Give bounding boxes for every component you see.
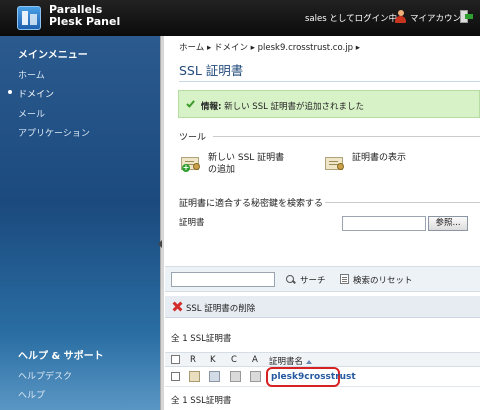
view-certificate-button[interactable]: 証明書の表示 (325, 152, 435, 174)
sidebar-item-domains[interactable]: ドメイン (8, 87, 55, 100)
key-search-divider (325, 202, 480, 203)
search-button[interactable]: サーチ (300, 274, 326, 286)
reset-search-button[interactable]: 検索のリセット (353, 274, 413, 286)
breadcrumb-domain[interactable]: plesk9.crosstrust.co.jp (258, 43, 353, 53)
add-ssl-certificate-button[interactable]: + 新しい SSL 証明書 の追加 (181, 152, 291, 178)
column-header-a[interactable]: A (252, 355, 258, 365)
page-title: SSL 証明書 (179, 63, 244, 78)
key-search-section-label: 証明書に適合する秘密鍵を検索する (179, 199, 324, 209)
ca-certificate-icon (250, 371, 261, 382)
column-header-r[interactable]: R (190, 355, 196, 365)
reset-search-icon (340, 274, 349, 284)
table-header: R K C A 証明書名 (165, 352, 480, 367)
main-content: ホーム ▸ ドメイン ▸ plesk9.crosstrust.co.jp ▸ S… (165, 36, 480, 410)
sidebar-item-help[interactable]: ヘルプ (18, 388, 45, 401)
certificate-file-input[interactable] (342, 216, 426, 231)
info-label: 情報: (201, 102, 222, 112)
brand-line-2: Plesk Panel (49, 15, 121, 28)
column-header-c[interactable]: C (231, 355, 237, 365)
breadcrumb: ホーム ▸ ドメイン ▸ plesk9.crosstrust.co.jp ▸ (179, 41, 360, 53)
collapse-arrow-icon[interactable] (158, 240, 162, 248)
breadcrumb-separator: ▸ (206, 43, 212, 53)
sidebar-item-mail[interactable]: メール (18, 107, 45, 120)
breadcrumb-domains[interactable]: ドメイン (214, 43, 248, 53)
request-icon (189, 371, 200, 382)
select-all-checkbox[interactable] (171, 355, 180, 364)
sort-ascending-icon (306, 359, 313, 364)
tools-divider (213, 136, 480, 137)
tools-section-label: ツール (179, 133, 207, 143)
sidebar-item-label: ドメイン (18, 90, 55, 100)
certificate-count-bottom: 全 1 SSL証明書 (171, 396, 232, 406)
delete-ssl-certificate-button[interactable]: SSL 証明書の削除 (186, 302, 255, 314)
user-icon (395, 10, 406, 23)
add-ssl-certificate-line-2: の追加 (208, 165, 236, 175)
top-bar: Parallels Plesk Panel sales としてログイン中 マイア… (0, 0, 480, 36)
column-header-name-label: 証明書名 (269, 357, 304, 367)
breadcrumb-separator: ▸ (355, 43, 360, 53)
add-ssl-certificate-line-1: 新しい SSL 証明書 (208, 153, 285, 163)
certificate-status-icon (230, 371, 241, 382)
delete-icon (173, 302, 182, 311)
column-header-k[interactable]: K (210, 355, 216, 365)
breadcrumb-separator: ▸ (250, 43, 255, 53)
sidebar: メインメニュー ホーム ドメイン メール アプリケーション ヘルプ & サポート… (0, 36, 160, 410)
title-divider (179, 81, 480, 82)
certificate-field-label: 証明書 (179, 218, 205, 228)
add-ssl-certificate-label: 新しい SSL 証明書 の追加 (208, 152, 284, 176)
key-icon (209, 371, 220, 382)
plesk-logo-icon (17, 6, 41, 30)
action-bar: SSL 証明書の削除 (165, 296, 480, 318)
info-message-text: 新しい SSL 証明書が追加されました (224, 102, 365, 112)
active-bullet-icon (8, 90, 12, 94)
breadcrumb-home[interactable]: ホーム (179, 43, 204, 53)
help-support-title: ヘルプ & サポート (18, 351, 104, 362)
sidebar-splitter[interactable] (160, 36, 164, 410)
highlight-outline: plesk9crosstrust (266, 367, 356, 387)
check-icon (187, 100, 197, 108)
view-certificate-label: 証明書の表示 (352, 153, 407, 163)
sidebar-item-applications[interactable]: アプリケーション (18, 126, 90, 139)
certificate-name-link[interactable]: plesk9crosstrust (271, 372, 356, 382)
sidebar-item-helpdesk[interactable]: ヘルプデスク (18, 369, 72, 382)
logout-icon[interactable] (460, 10, 473, 23)
login-status: sales としてログイン中 (305, 14, 398, 24)
certificate-count-top: 全 1 SSL証明書 (171, 334, 232, 344)
info-message: 情報: 新しい SSL 証明書が追加されました (201, 100, 364, 112)
certificate-icon (325, 154, 345, 172)
brand: Parallels Plesk Panel (49, 4, 120, 28)
filter-bar: サーチ 検索のリセット (165, 266, 480, 292)
search-input[interactable] (171, 272, 275, 287)
browse-button[interactable]: 参照... (428, 216, 468, 231)
column-header-name[interactable]: 証明書名 (269, 355, 313, 367)
row-checkbox[interactable] (171, 372, 180, 381)
certificate-add-icon: + (181, 154, 201, 172)
table-row: plesk9crosstrust (165, 367, 480, 387)
search-icon (286, 275, 296, 285)
main-menu-title: メインメニュー (18, 50, 88, 61)
info-message-box: 情報: 新しい SSL 証明書が追加されました (178, 90, 480, 118)
sidebar-item-home[interactable]: ホーム (18, 68, 45, 81)
